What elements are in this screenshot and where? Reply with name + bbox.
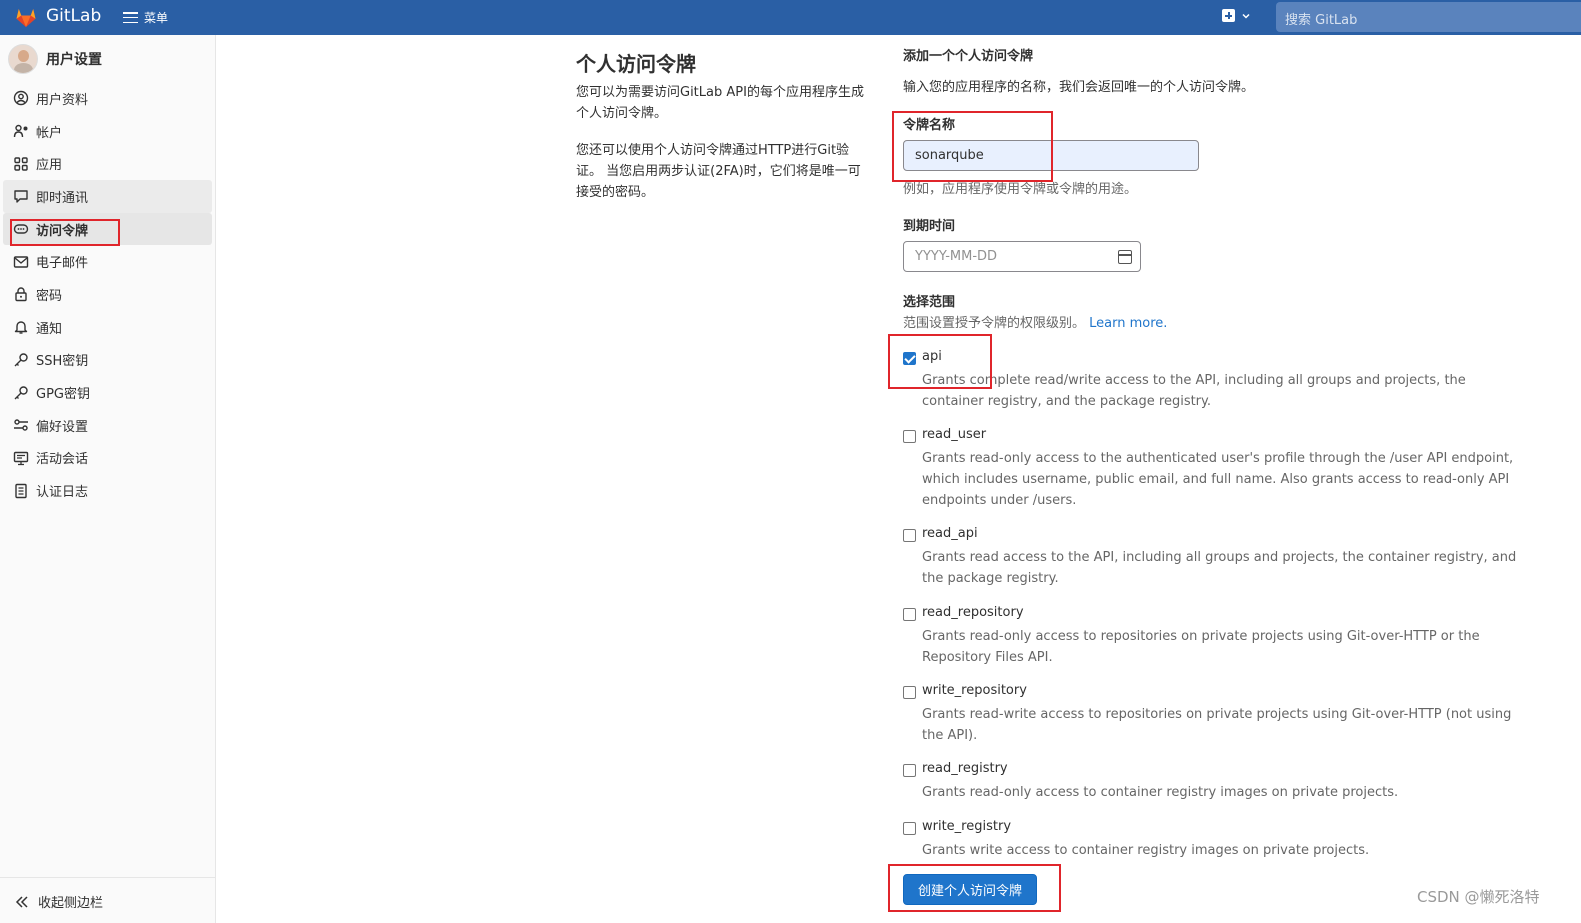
scope-name[interactable]: read_api (922, 526, 978, 541)
scope-description: Grants read access to the API, including… (922, 550, 1517, 586)
top-navbar: GitLab 菜单 搜索 GitLab (0, 0, 1581, 35)
scope-description: Grants read-only access to repositories … (922, 629, 1480, 665)
bell-icon (12, 319, 29, 336)
collapse-sidebar-label: 收起侧边栏 (38, 896, 104, 911)
form-heading: 添加一个个人访问令牌 (903, 49, 1034, 64)
page-title: 个人访问令牌 (576, 52, 696, 76)
scope-description: Grants read-write access to repositories… (922, 707, 1512, 743)
key-icon (12, 351, 29, 368)
scope-checkbox[interactable] (903, 430, 916, 443)
scope-description: Grants write access to container registr… (922, 843, 1370, 858)
applications-icon (12, 155, 29, 172)
sidebar-item-gpg-keys[interactable]: GPG密钥 (3, 376, 212, 409)
double-chevron-left-icon (15, 895, 28, 908)
scope-name[interactable]: api (922, 349, 942, 364)
calendar-icon[interactable] (1118, 250, 1132, 264)
expiry-date-field[interactable]: YYYY-MM-DD (903, 241, 1141, 272)
avatar (8, 44, 38, 74)
sidebar-item-account[interactable]: 帐户 (3, 115, 212, 148)
watermark: CSDN @懒死洛特 (1417, 888, 1540, 906)
hamburger-icon (123, 12, 138, 23)
sidebar-item-preferences[interactable]: 偏好设置 (3, 409, 212, 442)
token-icon (12, 221, 29, 238)
monitor-icon (12, 449, 29, 466)
sidebar-item-label: 帐户 (36, 125, 63, 141)
chat-icon (12, 188, 29, 205)
sidebar-item-label: 活动会话 (36, 452, 89, 468)
sidebar-item-active-sessions[interactable]: 活动会话 (3, 442, 212, 475)
sidebar-item-label: 用户资料 (36, 92, 89, 108)
scope-name[interactable]: read_user (922, 427, 986, 442)
plus-square-icon (1222, 9, 1235, 22)
scope-checkbox[interactable] (903, 529, 916, 542)
menu-button[interactable]: 菜单 (123, 9, 168, 26)
menu-label: 菜单 (144, 11, 169, 25)
sidebar-item-profile[interactable]: 用户资料 (3, 82, 212, 115)
brand-name[interactable]: GitLab (46, 6, 101, 26)
sidebar-item-label: 访问令牌 (36, 223, 89, 239)
sidebar-item-chat[interactable]: 即时通讯 (3, 180, 212, 213)
sidebar-item-label: 通知 (36, 321, 63, 337)
sidebar-item-emails[interactable]: 电子邮件 (3, 245, 212, 278)
mail-icon (12, 253, 29, 270)
sidebar-header[interactable]: 用户设置 (8, 44, 102, 74)
scopes-hint: 范围设置授予令牌的权限级别。 Learn more. (903, 312, 1167, 331)
page-description: 您可以为需要访问GitLab API的每个应用程序生成个人访问令牌。 (576, 85, 864, 121)
scope-checkbox[interactable] (903, 822, 916, 835)
log-icon (12, 482, 29, 499)
scope-checkbox[interactable] (903, 352, 916, 365)
page-description-2fa: 您还可以使用个人访问令牌通过HTTP进行Git验证。 当您启用两步认证(2FA)… (576, 143, 861, 200)
sidebar-title: 用户设置 (46, 52, 102, 68)
scope-description: Grants read-only access to container reg… (922, 785, 1399, 800)
expiry-label: 到期时间 (903, 219, 956, 234)
token-name-label: 令牌名称 (903, 118, 956, 133)
sidebar-item-label: 电子邮件 (36, 256, 89, 272)
sidebar-item-notifications[interactable]: 通知 (3, 311, 212, 344)
expiry-placeholder: YYYY-MM-DD (915, 249, 998, 264)
scopes-hint-text: 范围设置授予令牌的权限级别。 (903, 316, 1086, 331)
sidebar-item-auth-log[interactable]: 认证日志 (3, 474, 212, 507)
sidebar-item-ssh-keys[interactable]: SSH密钥 (3, 344, 212, 377)
account-icon (12, 123, 29, 140)
chevron-down-icon (1242, 13, 1250, 19)
token-name-hint: 例如，应用程序使用令牌或令牌的用途。 (903, 182, 1138, 197)
sidebar-divider (0, 877, 215, 878)
scope-name[interactable]: read_repository (922, 605, 1024, 620)
sidebar-item-label: 应用 (36, 158, 63, 174)
collapse-sidebar-button[interactable]: 收起侧边栏 (14, 892, 103, 911)
settings-sidebar: 用户设置 用户资料 帐户 应用 即时通讯 访问令牌 电子邮件 密码 通知 SSH… (0, 35, 216, 923)
scope-name[interactable]: write_repository (922, 683, 1027, 698)
sidebar-item-label: 偏好设置 (36, 419, 89, 435)
scope-checkbox[interactable] (903, 686, 916, 699)
scopes-label: 选择范围 (903, 295, 956, 310)
scope-description: Grants read-only access to the authentic… (922, 451, 1514, 508)
preferences-icon (12, 417, 29, 434)
profile-icon (12, 90, 29, 107)
sidebar-item-label: SSH密钥 (36, 354, 89, 370)
lock-icon (12, 286, 29, 303)
create-token-button[interactable]: 创建个人访问令牌 (903, 874, 1037, 905)
sidebar-item-label: 密码 (36, 288, 63, 304)
sidebar-item-label: 认证日志 (36, 485, 89, 501)
token-name-field[interactable]: sonarqube (903, 140, 1199, 171)
scope-description: Grants complete read/write access to the… (922, 373, 1466, 409)
sidebar-nav: 用户资料 帐户 应用 即时通讯 访问令牌 电子邮件 密码 通知 SSH密钥 GP… (3, 82, 212, 507)
scope-name[interactable]: write_registry (922, 819, 1011, 834)
scope-checkbox[interactable] (903, 764, 916, 777)
sidebar-item-label: 即时通讯 (36, 190, 89, 206)
gitlab-logo-icon[interactable] (14, 5, 38, 29)
scope-checkbox[interactable] (903, 608, 916, 621)
sidebar-item-applications[interactable]: 应用 (3, 147, 212, 180)
sidebar-item-password[interactable]: 密码 (3, 278, 212, 311)
sidebar-item-access-tokens[interactable]: 访问令牌 (3, 212, 212, 246)
search-input[interactable]: 搜索 GitLab (1276, 2, 1581, 32)
sidebar-item-label: GPG密钥 (36, 387, 90, 403)
key-icon (12, 384, 29, 401)
scope-name[interactable]: read_registry (922, 761, 1008, 776)
learn-more-link[interactable]: Learn more. (1089, 316, 1167, 331)
form-subheading: 输入您的应用程序的名称，我们会返回唯一的个人访问令牌。 (903, 80, 1255, 95)
new-dropdown-button[interactable] (1222, 9, 1251, 22)
